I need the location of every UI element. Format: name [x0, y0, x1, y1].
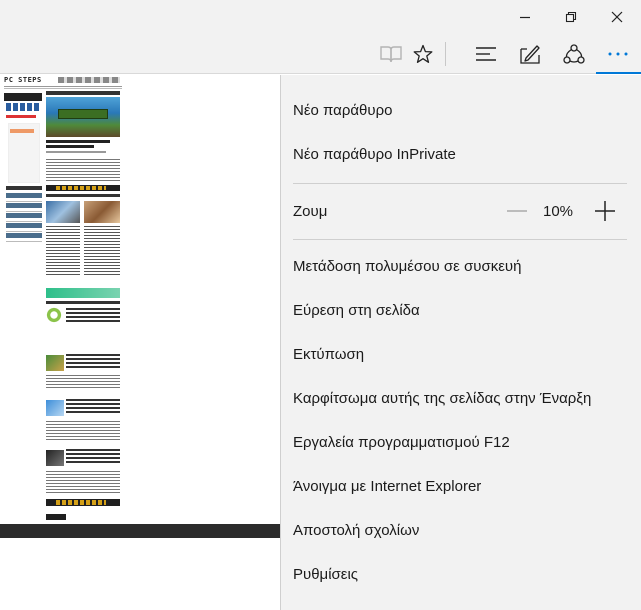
zoom-out-button[interactable]: [505, 201, 529, 221]
list-thumb-4: [46, 450, 64, 466]
section-heading-2: [46, 301, 120, 304]
close-button[interactable]: [594, 0, 640, 34]
menu-item-cast-media[interactable]: Μετάδοση πολυμέσου σε συσκευή: [293, 244, 521, 288]
site-logo: PC STEPS: [4, 76, 42, 84]
favorite-star-icon: [413, 44, 433, 63]
promo-banner: [46, 288, 120, 298]
list-text-3: [66, 399, 120, 413]
browser-toolbar: [0, 34, 641, 74]
footer-tag: [46, 514, 66, 520]
site-nav-bar: [4, 86, 122, 87]
toolbar-separator: [445, 42, 446, 66]
share-button[interactable]: [554, 36, 594, 72]
restore-button[interactable]: [548, 0, 594, 34]
article-meta: [46, 151, 106, 153]
list-excerpt-3: [46, 421, 120, 441]
list-text-2: [66, 354, 120, 368]
minimize-button[interactable]: [502, 0, 548, 34]
list-text-1: [66, 308, 120, 324]
menu-item-print[interactable]: Εκτύπωση: [293, 332, 364, 376]
featured-image-logo: [58, 109, 108, 119]
article-excerpt: [46, 159, 120, 181]
ad-banner-2-logos: [56, 500, 106, 505]
hub-button[interactable]: [466, 36, 506, 72]
sidebar-banner: [4, 93, 42, 101]
site-nav-bar-2: [4, 88, 122, 89]
restore-icon: [565, 11, 577, 23]
sidebar-social-icons: [6, 103, 40, 111]
site-footer: [0, 524, 280, 538]
list-text-4: [66, 449, 120, 463]
zoom-value: 10%: [543, 202, 574, 220]
menu-item-settings[interactable]: Ρυθμίσεις: [293, 552, 358, 596]
menu-item-find-on-page[interactable]: Εύρεση στη σελίδα: [293, 288, 420, 332]
sidebar-ad-title: [10, 129, 34, 133]
menu-item-open-with-ie[interactable]: Άνοιγμα με Internet Explorer: [293, 464, 481, 508]
menu-item-pin-to-start[interactable]: Καρφίτσωμα αυτής της σελίδας στην Έναρξη: [293, 376, 591, 420]
settings-more-menu: Νέο παράθυρο Νέο παράθυρο InPrivate Ζουμ…: [280, 75, 641, 610]
close-icon: [611, 11, 623, 23]
hub-icon: [476, 47, 496, 61]
list-excerpt-4: [46, 471, 120, 495]
article-text-1: [46, 226, 80, 276]
menu-divider: [293, 183, 627, 184]
menu-item-send-feedback[interactable]: Αποστολή σχολίων: [293, 508, 419, 552]
list-thumb-1: [46, 307, 62, 323]
list-excerpt-2: [46, 375, 120, 389]
reading-view-icon: [380, 46, 402, 63]
webpage-content[interactable]: PC STEPS: [0, 75, 280, 610]
article-thumb-2: [84, 201, 120, 223]
zoom-in-button[interactable]: [593, 201, 617, 221]
article-thumb-1: [46, 201, 80, 223]
menu-item-new-window[interactable]: Νέο παράθυρο: [293, 88, 392, 132]
list-thumb-3: [46, 400, 64, 416]
title-bar: [0, 0, 641, 34]
more-button-active-indicator: [596, 72, 641, 74]
ad-banner-logos: [56, 186, 106, 190]
menu-item-f12-developer-tools[interactable]: Εργαλεία προγραμματισμού F12: [293, 420, 510, 464]
zoom-in-icon: [595, 201, 615, 221]
web-note-icon: [520, 45, 540, 64]
menu-divider: [293, 239, 627, 240]
minimize-icon: [520, 16, 530, 19]
web-note-button[interactable]: [510, 36, 550, 72]
favorite-button[interactable]: [403, 36, 443, 72]
menu-item-new-inprivate-window[interactable]: Νέο παράθυρο InPrivate: [293, 132, 456, 176]
zoom-out-icon: [507, 210, 527, 212]
main-heading-bar: [46, 91, 120, 95]
article-title-line: [46, 140, 110, 143]
list-thumb-2: [46, 355, 64, 371]
sidebar-heading: [6, 186, 42, 190]
article-title-line-2: [46, 145, 94, 148]
section-heading: [46, 194, 120, 197]
share-icon: [563, 44, 585, 64]
more-button[interactable]: [598, 36, 638, 72]
zoom-row: Ζουμ 10%: [293, 189, 627, 233]
sidebar-list: [6, 193, 42, 243]
zoom-label: Ζουμ: [293, 202, 328, 220]
more-icon: [608, 52, 628, 56]
site-header-icons: [58, 77, 120, 83]
article-text-2: [84, 226, 120, 276]
sidebar-text: [6, 115, 36, 118]
